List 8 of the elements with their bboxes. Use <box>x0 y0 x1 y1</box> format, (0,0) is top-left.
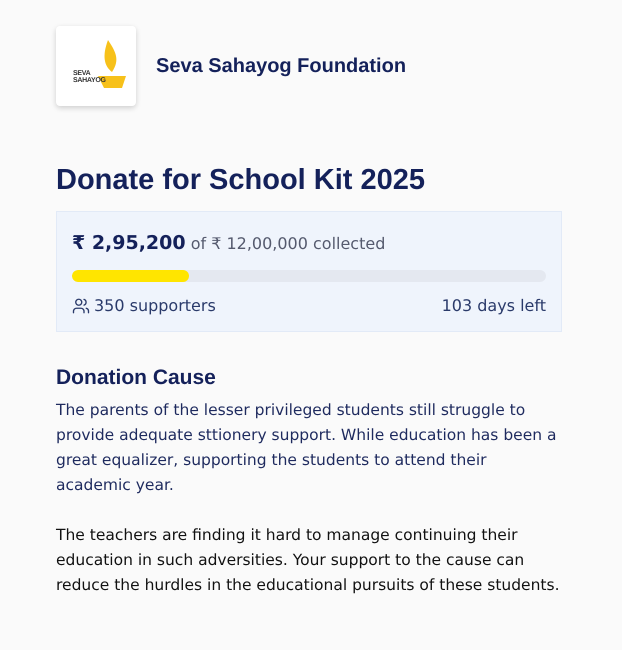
amount-collected: ₹ 2,95,200 of ₹ 12,00,000 collected <box>72 232 386 254</box>
section-heading: Donation Cause <box>56 366 217 390</box>
days-left: 103 days left <box>442 296 546 315</box>
cause-paragraph: The teachers are finding it hard to manage continuing their education in such adversities. Your support to the cause can reduce the hurdles in the educational pursuits of these students. <box>56 525 560 596</box>
supporters-count: 350 supporters <box>94 296 216 315</box>
campaign-title: Donate for School Kit 2025 <box>56 164 426 197</box>
cause-paragraph: The parents of the lesser privileged students still struggle to provide adequate sttionery support. While education has been a great equalizer, supporting the students to attend their academic year. <box>56 400 558 496</box>
organization-name: Seva Sahayog Foundation <box>156 54 406 78</box>
